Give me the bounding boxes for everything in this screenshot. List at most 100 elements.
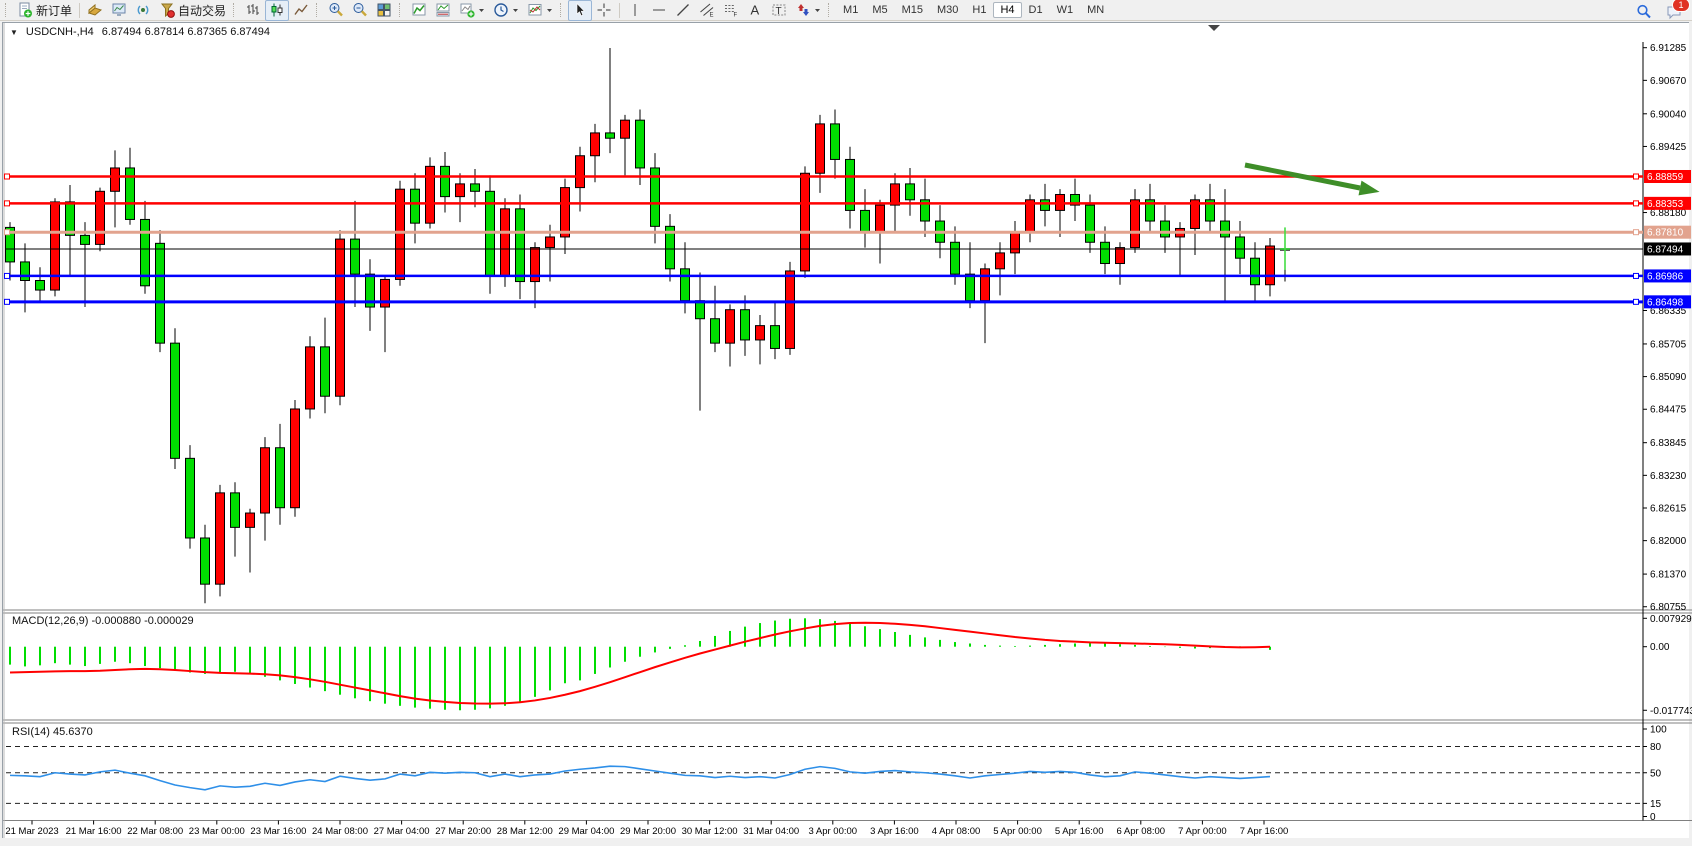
timeframe-button-m1[interactable]: M1 (836, 2, 865, 18)
search-button[interactable] (1632, 1, 1656, 22)
price-badge: 6.86498 (1647, 297, 1684, 308)
text-label-tool-button[interactable]: T (767, 0, 791, 21)
zoom-in-icon (328, 2, 344, 18)
price-axis-label: 6.90670 (1650, 76, 1687, 87)
time-axis-label: 21 Mar 16:00 (66, 826, 122, 837)
tile-windows-button[interactable] (372, 0, 396, 21)
time-axis-label: 5 Apr 16:00 (1055, 826, 1104, 837)
fibonacci-tool-button[interactable]: F (719, 0, 743, 21)
templates-button[interactable] (523, 0, 557, 21)
chat-button[interactable]: 1 (1662, 1, 1686, 22)
price-axis-label: 6.83230 (1650, 471, 1687, 482)
bar-chart-mode-button[interactable] (241, 0, 265, 21)
symbol-period-label: USDCNH-,H4 (26, 26, 94, 38)
text-icon: A (747, 2, 763, 18)
time-axis-label: 30 Mar 12:00 (682, 826, 738, 837)
line-chart-icon (293, 2, 309, 18)
new-order-icon (17, 2, 33, 18)
svg-text:A: A (751, 3, 760, 18)
toolbar-grip (828, 3, 833, 17)
time-axis-label: 27 Mar 04:00 (374, 826, 430, 837)
line-handle[interactable] (5, 201, 10, 206)
trendline-tool-button[interactable] (671, 0, 695, 21)
indicator-windows-icon (435, 2, 451, 18)
trendline-icon (675, 2, 691, 18)
timeframe-button-d1[interactable]: D1 (1022, 2, 1050, 18)
chart-title-bar[interactable]: ▼ USDCNH-,H4 6.87494 6.87814 6.87365 6.8… (10, 26, 270, 38)
candle (156, 230, 165, 352)
chevron-down-icon (478, 2, 485, 18)
cursor-tool-button[interactable] (568, 0, 592, 21)
timeframe-button-w1[interactable]: W1 (1050, 2, 1081, 18)
market-watch-button[interactable] (107, 0, 131, 21)
time-axis-label: 3 Apr 16:00 (870, 826, 919, 837)
line-handle[interactable] (1634, 230, 1639, 235)
timeframe-button-h1[interactable]: H1 (965, 2, 993, 18)
indicators-button[interactable] (407, 0, 431, 21)
arrows-tool-button[interactable] (791, 0, 825, 21)
candle (306, 336, 315, 418)
svg-text:T: T (776, 6, 782, 17)
candlestick-mode-button[interactable] (265, 0, 289, 21)
autotrading-button[interactable]: 自动交易 (155, 0, 230, 21)
horizontal-line-tool-button[interactable] (647, 0, 671, 21)
crosshair-icon (596, 2, 612, 18)
monitor-chart-icon (111, 2, 127, 18)
text-tool-button[interactable]: A (743, 0, 767, 21)
price-badge: 6.88859 (1647, 172, 1684, 183)
time-axis-label: 7 Apr 16:00 (1240, 826, 1289, 837)
line-handle[interactable] (5, 230, 10, 235)
rsi-axis-label: 80 (1650, 742, 1662, 753)
gold-tool-icon (87, 2, 103, 18)
zoom-in-button[interactable] (324, 0, 348, 21)
window-bottom-strip (0, 838, 1692, 846)
macd-axis-label: -0.017743 (1650, 706, 1692, 717)
line-handle[interactable] (5, 174, 10, 179)
line-handle[interactable] (5, 273, 10, 278)
candle (51, 198, 60, 296)
time-axis-label: 27 Mar 20:00 (435, 826, 491, 837)
chevron-down-icon (546, 2, 553, 18)
autotrading-icon (159, 2, 175, 18)
price-axis-label: 6.83845 (1650, 438, 1687, 449)
line-handle[interactable] (5, 299, 10, 304)
zoom-out-button[interactable] (348, 0, 372, 21)
equidistant-channel-tool-button[interactable]: E (695, 0, 719, 21)
bar-chart-icon (245, 2, 261, 18)
timeframe-button-mn[interactable]: MN (1080, 2, 1111, 18)
line-chart-mode-button[interactable] (289, 0, 313, 21)
timeframe-button-m5[interactable]: M5 (865, 2, 894, 18)
line-handle[interactable] (1634, 201, 1639, 206)
time-axis-label: 22 Mar 08:00 (127, 826, 183, 837)
toolbar-grip (5, 3, 10, 17)
rsi-indicator-label: RSI(14) 45.6370 (12, 726, 93, 738)
timeframe-button-m30[interactable]: M30 (930, 2, 965, 18)
chart-canvas[interactable]: 6.912856.906706.900406.894256.881806.863… (0, 22, 1692, 846)
signals-button[interactable] (131, 0, 155, 21)
candle (291, 400, 300, 517)
time-axis-label: 29 Mar 20:00 (620, 826, 676, 837)
price-axis-label: 6.90040 (1650, 109, 1687, 120)
vertical-line-tool-button[interactable] (623, 0, 647, 21)
rsi-axis-label: 15 (1650, 799, 1662, 810)
timeframe-group: M1M5M15M30H1H4D1W1MN (836, 2, 1111, 18)
line-handle[interactable] (1634, 299, 1639, 304)
timeframe-button-h4[interactable]: H4 (993, 2, 1021, 18)
timeframe-button-m15[interactable]: M15 (895, 2, 930, 18)
indicator-windows-button[interactable] (431, 0, 455, 21)
candle (96, 188, 105, 252)
toolbar-grip (560, 3, 565, 17)
periodicity-button[interactable] (489, 0, 523, 21)
arrows-icon (795, 2, 811, 18)
price-badge: 6.87494 (1647, 244, 1684, 255)
line-handle[interactable] (1634, 174, 1639, 179)
template-icon (527, 2, 543, 18)
crosshair-tool-button[interactable] (592, 0, 616, 21)
metaeditor-button[interactable] (83, 0, 107, 21)
search-icon (1636, 4, 1652, 20)
line-handle[interactable] (1634, 273, 1639, 278)
new-chart-button[interactable] (455, 0, 489, 21)
price-badge: 6.86986 (1647, 271, 1684, 282)
new-order-button[interactable]: 新订单 (13, 0, 76, 21)
toolbar-grip (399, 3, 404, 17)
